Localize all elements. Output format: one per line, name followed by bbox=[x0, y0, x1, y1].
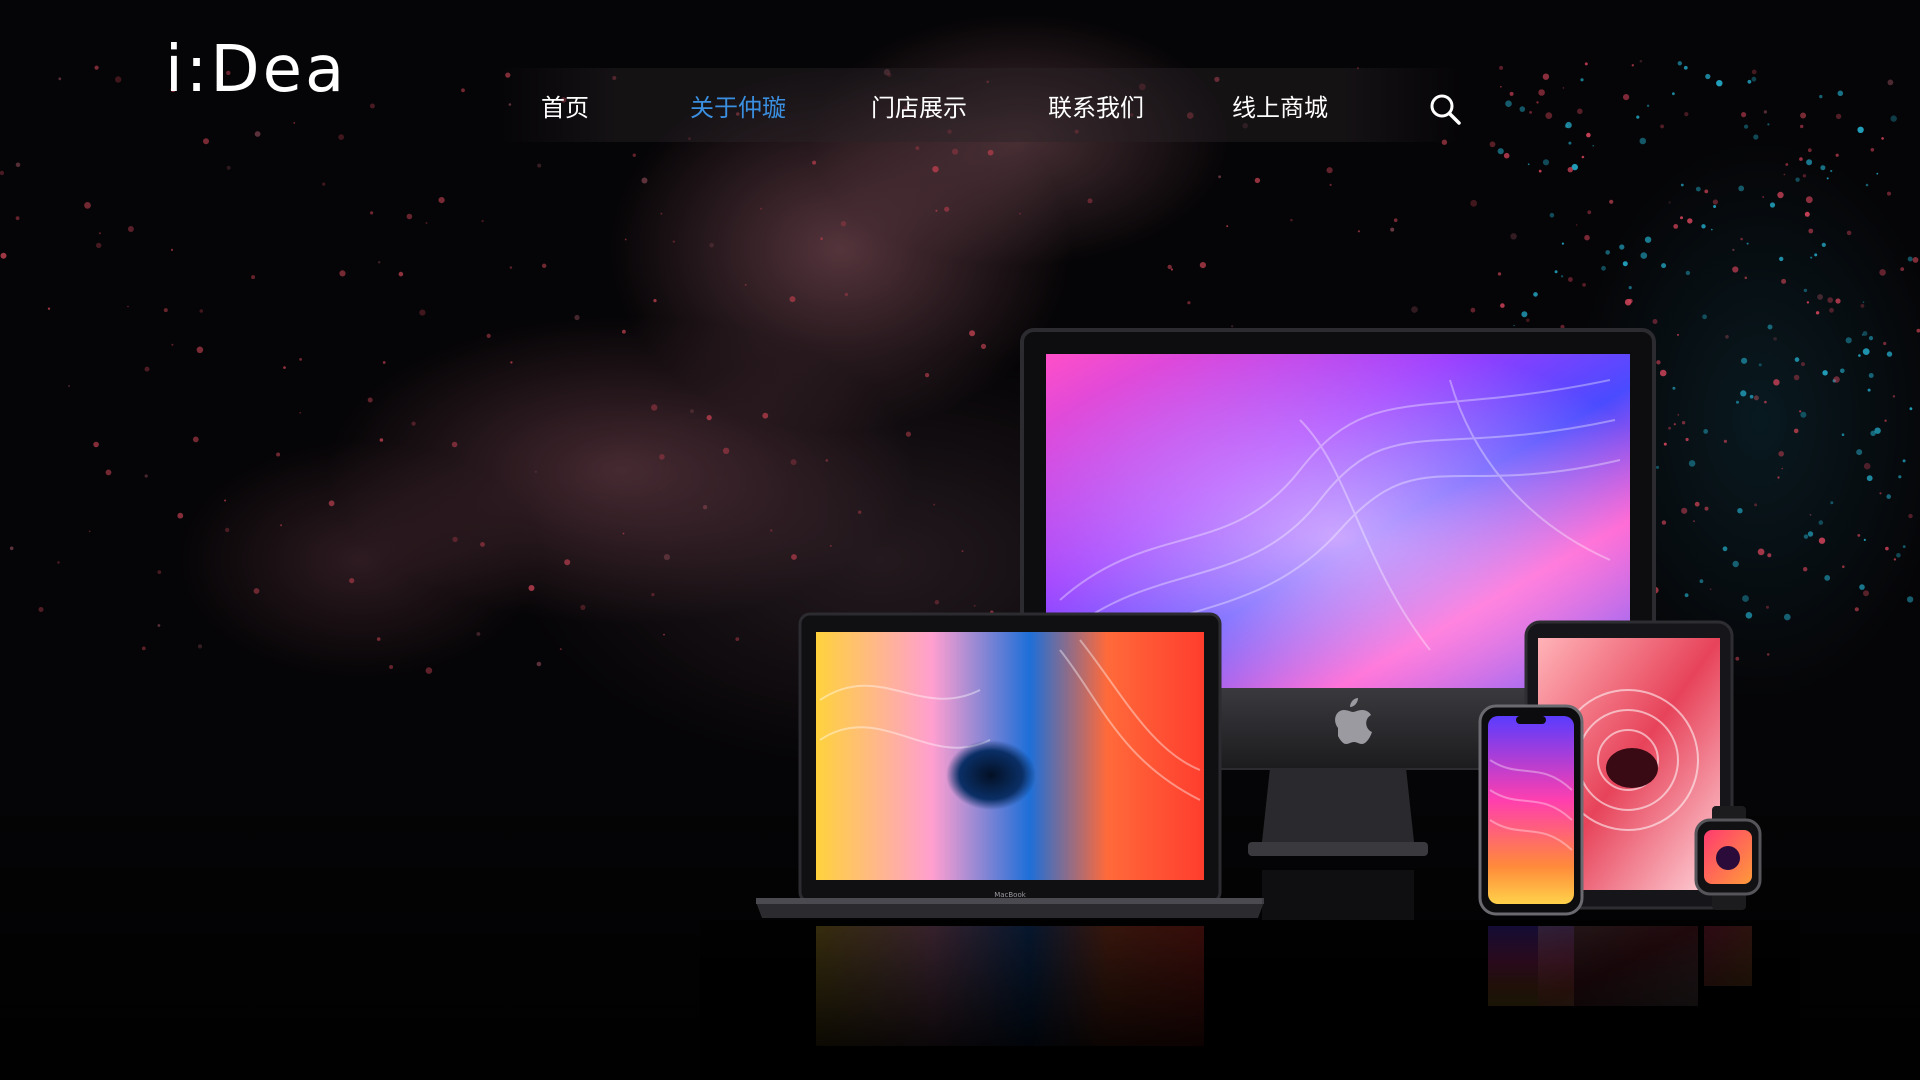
search-button[interactable] bbox=[1428, 92, 1464, 128]
nav-item-about[interactable]: 关于仲璇 bbox=[690, 92, 786, 124]
iphone-device bbox=[1478, 704, 1584, 916]
devices-illustration: MacBook bbox=[700, 328, 1800, 1080]
nav-item-contact[interactable]: 联系我们 bbox=[1048, 92, 1144, 124]
watch-device bbox=[1694, 806, 1762, 910]
macbook-label: MacBook bbox=[994, 891, 1027, 899]
search-icon bbox=[1430, 94, 1461, 125]
nav-item-home[interactable]: 首页 bbox=[541, 92, 589, 124]
nav-item-shop[interactable]: 线上商城 bbox=[1232, 92, 1328, 124]
brand-logo[interactable]: i:Dea bbox=[165, 38, 347, 102]
macbook-device: MacBook bbox=[756, 612, 1264, 918]
nav-item-stores[interactable]: 门店展示 bbox=[871, 92, 967, 124]
iphone-screen bbox=[1488, 716, 1574, 904]
